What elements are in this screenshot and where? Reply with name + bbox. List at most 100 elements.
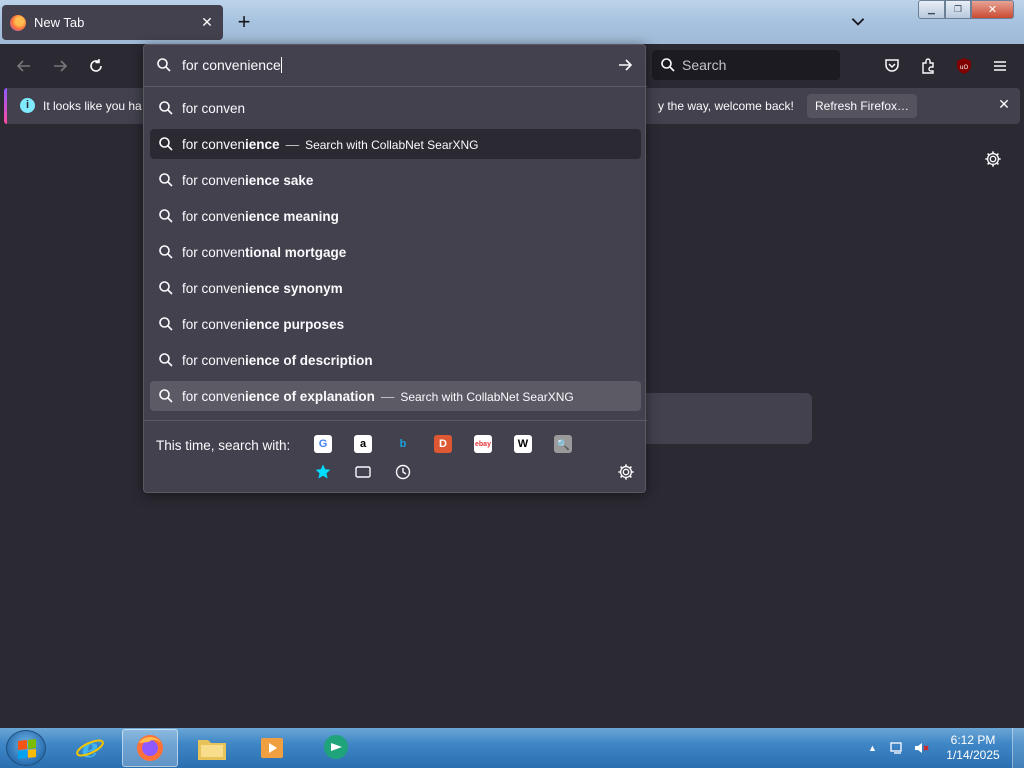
minimize-button[interactable]: ▁ [918, 0, 945, 19]
puzzle-piece-icon [922, 58, 934, 74]
system-tray: ▲ [868, 728, 929, 768]
search-engine-amazon-icon[interactable]: a [354, 435, 372, 453]
search-engine-duckduckgo-icon[interactable]: D [434, 435, 452, 453]
search-icon [159, 353, 173, 367]
text-caret [280, 57, 282, 73]
taskbar-file-explorer[interactable] [184, 729, 240, 767]
search-icon [159, 209, 173, 223]
firefox-icon [137, 735, 163, 761]
suggestion-row[interactable]: for convenience purposes [150, 309, 641, 339]
history-clock-icon[interactable] [394, 463, 412, 481]
urlbar-popup: for convenience for conven for convenienc… [143, 44, 647, 493]
hamburger-menu-icon [994, 61, 1006, 71]
search-engine-wikipedia-icon[interactable]: W [514, 435, 532, 453]
list-all-tabs-chevron-icon[interactable] [849, 12, 867, 30]
show-hidden-icons-chevron-icon[interactable]: ▲ [868, 743, 877, 753]
urlbar-divider [144, 86, 647, 87]
info-icon: i [20, 98, 35, 113]
chat-bubble-icon [324, 735, 348, 759]
one-off-search-buttons: This time, search with: Ga b Debay W 🔍 [144, 420, 647, 492]
suggestion-text: for convenience — Search with CollabNet Se… [182, 137, 479, 152]
go-arrow-icon[interactable] [617, 57, 633, 73]
suggestion-text: for convenience purposes [182, 317, 345, 332]
suggestion-row[interactable]: for convenience of description [150, 345, 641, 375]
tab-title: New Tab [34, 15, 85, 30]
taskbar-chat-app[interactable] [308, 729, 364, 767]
reload-icon [90, 59, 102, 72]
suggestion-row[interactable]: for convenience — Search with CollabNet Se… [150, 129, 641, 159]
search-settings-gear-icon[interactable] [617, 463, 635, 481]
urlbar-value: for convenience [182, 57, 282, 73]
bookmarks-star-icon[interactable] [314, 463, 332, 481]
search-icon [159, 281, 173, 295]
suggestion-text: for convenience sake [182, 173, 314, 188]
search-icon [159, 389, 173, 403]
search-bar-placeholder: Search [682, 57, 727, 73]
tabs-icon[interactable] [354, 463, 372, 481]
taskbar-firefox[interactable] [122, 729, 178, 767]
suggestion-row[interactable]: for conventional mortgage [150, 237, 641, 267]
back-arrow-icon [16, 60, 30, 72]
search-icon [159, 173, 173, 187]
taskbar-clock[interactable]: 6:12 PM 1/14/2025 [940, 733, 1006, 763]
notification-close-button[interactable]: ✕ [994, 96, 1014, 113]
suggestion-row[interactable]: for convenience synonym [150, 273, 641, 303]
show-desktop-button[interactable] [1012, 728, 1024, 768]
newtab-settings-gear-icon[interactable] [984, 150, 1002, 168]
suggestion-row[interactable]: for convenience of explanation — Search wi… [150, 381, 641, 411]
search-engine-bing-icon[interactable]: b [394, 435, 412, 453]
search-icon [159, 317, 173, 331]
newtab-search-card [640, 393, 812, 444]
volume-muted-icon[interactable] [913, 740, 929, 756]
reload-button[interactable] [86, 56, 106, 76]
suggestion-text: for convenience synonym [182, 281, 343, 296]
pocket-button[interactable] [882, 56, 902, 76]
folder-icon [198, 740, 226, 760]
app-menu-button[interactable] [990, 56, 1010, 76]
suggestion-text: for conventional mortgage [182, 245, 347, 260]
firefox-icon [10, 14, 26, 31]
refresh-firefox-button[interactable]: Refresh Firefox… [807, 94, 917, 118]
notification-message-end: y the way, welcome back! [658, 99, 794, 113]
search-engine-ebay-icon[interactable]: ebay [474, 435, 492, 453]
media-player-icon [261, 738, 283, 758]
internet-explorer-icon: e [76, 734, 104, 763]
pocket-icon [885, 59, 899, 72]
window-controls: ▁ ❐ ✕ [918, 0, 1014, 19]
suggestion-text: for conven [182, 101, 246, 116]
search-engine-google-icon[interactable]: G [314, 435, 332, 453]
clock-date: 1/14/2025 [946, 748, 1000, 762]
notification-message-start: It looks like you ha [43, 99, 142, 113]
suggestion-text: for convenience meaning [182, 209, 339, 224]
ublock-origin-button[interactable]: uO [954, 56, 974, 76]
svg-text:e: e [82, 734, 99, 763]
windows-logo-icon [18, 739, 36, 759]
svg-text:uO: uO [960, 64, 969, 71]
search-bar[interactable]: Search [652, 50, 840, 80]
extensions-button[interactable] [918, 56, 938, 76]
taskbar-media-player[interactable] [244, 729, 300, 767]
suggestion-action: Search with CollabNet SearXNG [305, 138, 479, 152]
suggestion-row[interactable]: for conven [150, 93, 641, 123]
close-window-button[interactable]: ✕ [971, 0, 1014, 19]
network-icon[interactable] [889, 740, 905, 756]
suggestion-text: for convenience of description [182, 353, 373, 368]
suggestion-row[interactable]: for convenience sake [150, 165, 641, 195]
maximize-button[interactable]: ❐ [945, 0, 971, 19]
search-icon [157, 58, 171, 72]
tab-strip: New Tab ✕ + ▁ ❐ ✕ [0, 0, 1024, 44]
urlbar-input[interactable]: for convenience [144, 45, 647, 86]
tab-new-tab[interactable]: New Tab ✕ [2, 5, 223, 40]
one-off-label: This time, search with: [156, 438, 291, 453]
start-button[interactable] [6, 730, 46, 766]
search-icon [159, 245, 173, 259]
back-button[interactable] [14, 56, 34, 76]
new-tab-button[interactable]: + [233, 11, 255, 33]
suggestion-row[interactable]: for convenience meaning [150, 201, 641, 231]
forward-button[interactable] [50, 56, 70, 76]
clock-time: 6:12 PM [950, 733, 996, 747]
search-engine-searxng-icon[interactable]: 🔍 [554, 435, 572, 453]
tab-close-button[interactable]: ✕ [199, 14, 215, 31]
search-icon [661, 58, 675, 72]
taskbar-internet-explorer[interactable]: e [62, 729, 118, 767]
